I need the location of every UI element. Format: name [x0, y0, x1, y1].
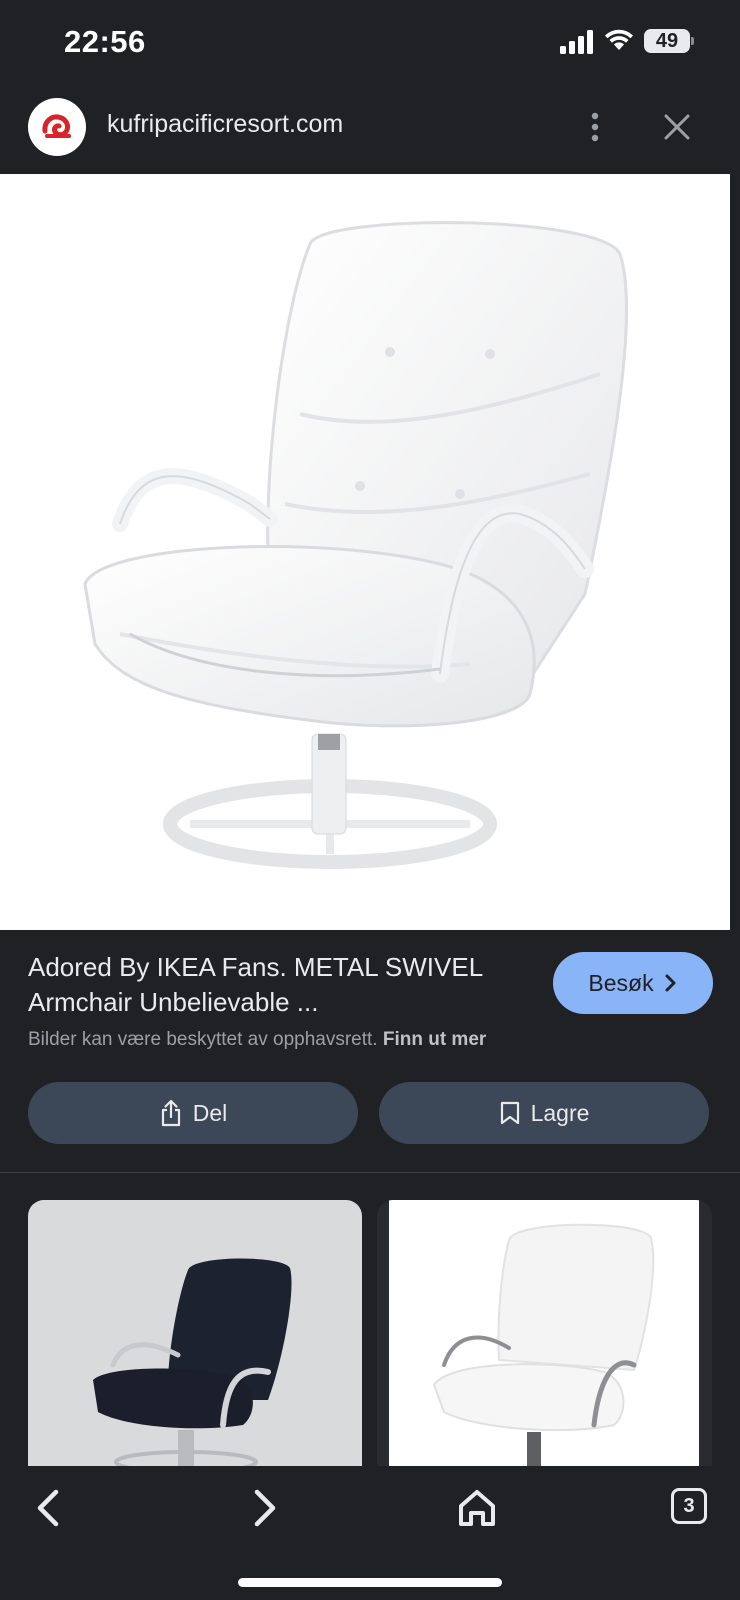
- white-armchair-image: [432, 1223, 655, 1470]
- copyright-text: Bilder kan være beskyttet av opphavsrett…: [28, 1029, 378, 1050]
- bookmark-icon: [500, 1101, 519, 1125]
- bottom-toolbar: 3: [0, 1466, 740, 1600]
- forward-icon: [254, 1489, 276, 1527]
- share-button[interactable]: Del: [28, 1082, 358, 1144]
- site-logo-icon: [28, 98, 86, 156]
- armchair-image: [83, 221, 628, 869]
- home-indicator[interactable]: [238, 1578, 502, 1587]
- status-bar: 22:56 49: [0, 0, 740, 84]
- custom-tab-toolbar: kufripacificresort.com: [0, 84, 740, 174]
- dark-armchair-image: [93, 1258, 292, 1470]
- more-vertical-icon: [591, 112, 599, 142]
- battery-indicator: 49: [644, 27, 694, 55]
- visit-label: Besøk: [588, 969, 654, 996]
- more-options-button[interactable]: [574, 106, 616, 148]
- visit-button[interactable]: Besøk: [553, 952, 713, 1014]
- status-time: 22:56: [64, 24, 146, 59]
- save-label: Lagre: [530, 1099, 590, 1126]
- battery-level: 49: [655, 30, 679, 52]
- save-button[interactable]: Lagre: [379, 1082, 709, 1144]
- chevron-right-icon: [665, 974, 676, 992]
- close-button[interactable]: [656, 106, 698, 148]
- home-button[interactable]: [449, 1480, 505, 1536]
- tabs-button[interactable]: 3: [663, 1480, 719, 1536]
- back-button[interactable]: [22, 1480, 78, 1536]
- share-label: Del: [192, 1099, 228, 1126]
- back-icon: [37, 1489, 59, 1527]
- share-icon: [161, 1099, 180, 1127]
- tabs-icon: 3: [671, 1488, 707, 1524]
- url-text[interactable]: kufripacificresort.com: [107, 110, 343, 139]
- section-divider: [0, 1172, 740, 1173]
- main-product-image[interactable]: [0, 174, 730, 930]
- wifi-icon: [605, 29, 633, 50]
- forward-button[interactable]: [235, 1480, 291, 1536]
- close-icon: [664, 114, 690, 140]
- copyright-notice: Bilder kan være beskyttet av opphavsrett…: [28, 1029, 486, 1051]
- related-image-2[interactable]: [377, 1200, 712, 1470]
- learn-more-link[interactable]: Finn ut mer: [383, 1029, 486, 1050]
- home-icon: [459, 1490, 495, 1526]
- related-image-1[interactable]: [28, 1200, 362, 1470]
- result-title[interactable]: Adored By IKEA Fans. METAL SWIVEL Armcha…: [28, 950, 538, 1020]
- cellular-signal-icon: [560, 30, 593, 54]
